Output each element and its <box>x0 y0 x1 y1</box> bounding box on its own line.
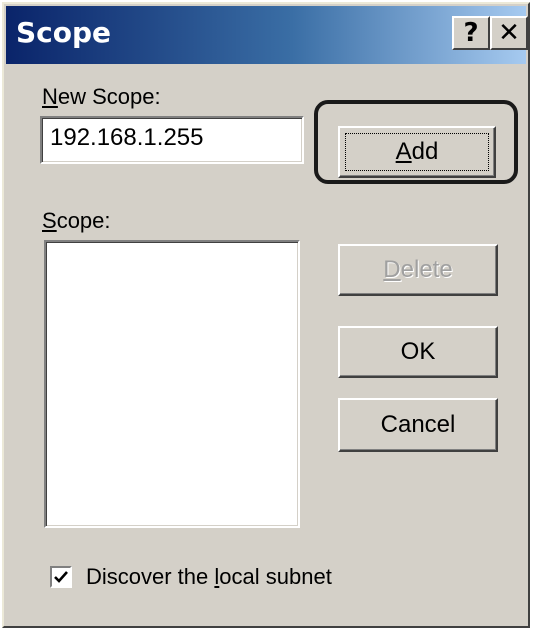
add-button[interactable]: Add <box>338 126 496 178</box>
cancel-button[interactable]: Cancel <box>338 398 498 452</box>
scope-listbox[interactable] <box>44 240 300 528</box>
delete-button: Delete <box>338 244 498 296</box>
ok-button[interactable]: OK <box>338 326 498 378</box>
checkmark-icon <box>54 571 68 583</box>
new-scope-input[interactable]: 192.168.1.255 <box>40 116 304 164</box>
new-scope-value: 192.168.1.255 <box>50 124 204 151</box>
new-scope-label: New Scope: <box>42 84 161 109</box>
help-icon: ? <box>463 18 479 48</box>
close-icon: ✕ <box>498 18 520 48</box>
title-bar[interactable]: Scope ? ✕ <box>6 6 528 64</box>
focus-rectangle <box>345 133 489 171</box>
scope-list-label: Scope: <box>42 208 111 233</box>
window-title: Scope <box>16 16 112 49</box>
cancel-button-label: Cancel <box>380 411 456 438</box>
ok-button-label: OK <box>400 338 436 365</box>
delete-button-label: Delete <box>383 256 453 283</box>
close-button[interactable]: ✕ <box>490 16 528 50</box>
discover-subnet-checkbox[interactable] <box>50 566 72 588</box>
help-button[interactable]: ? <box>452 16 490 50</box>
discover-subnet-label[interactable]: Discover the local subnet <box>86 564 332 590</box>
